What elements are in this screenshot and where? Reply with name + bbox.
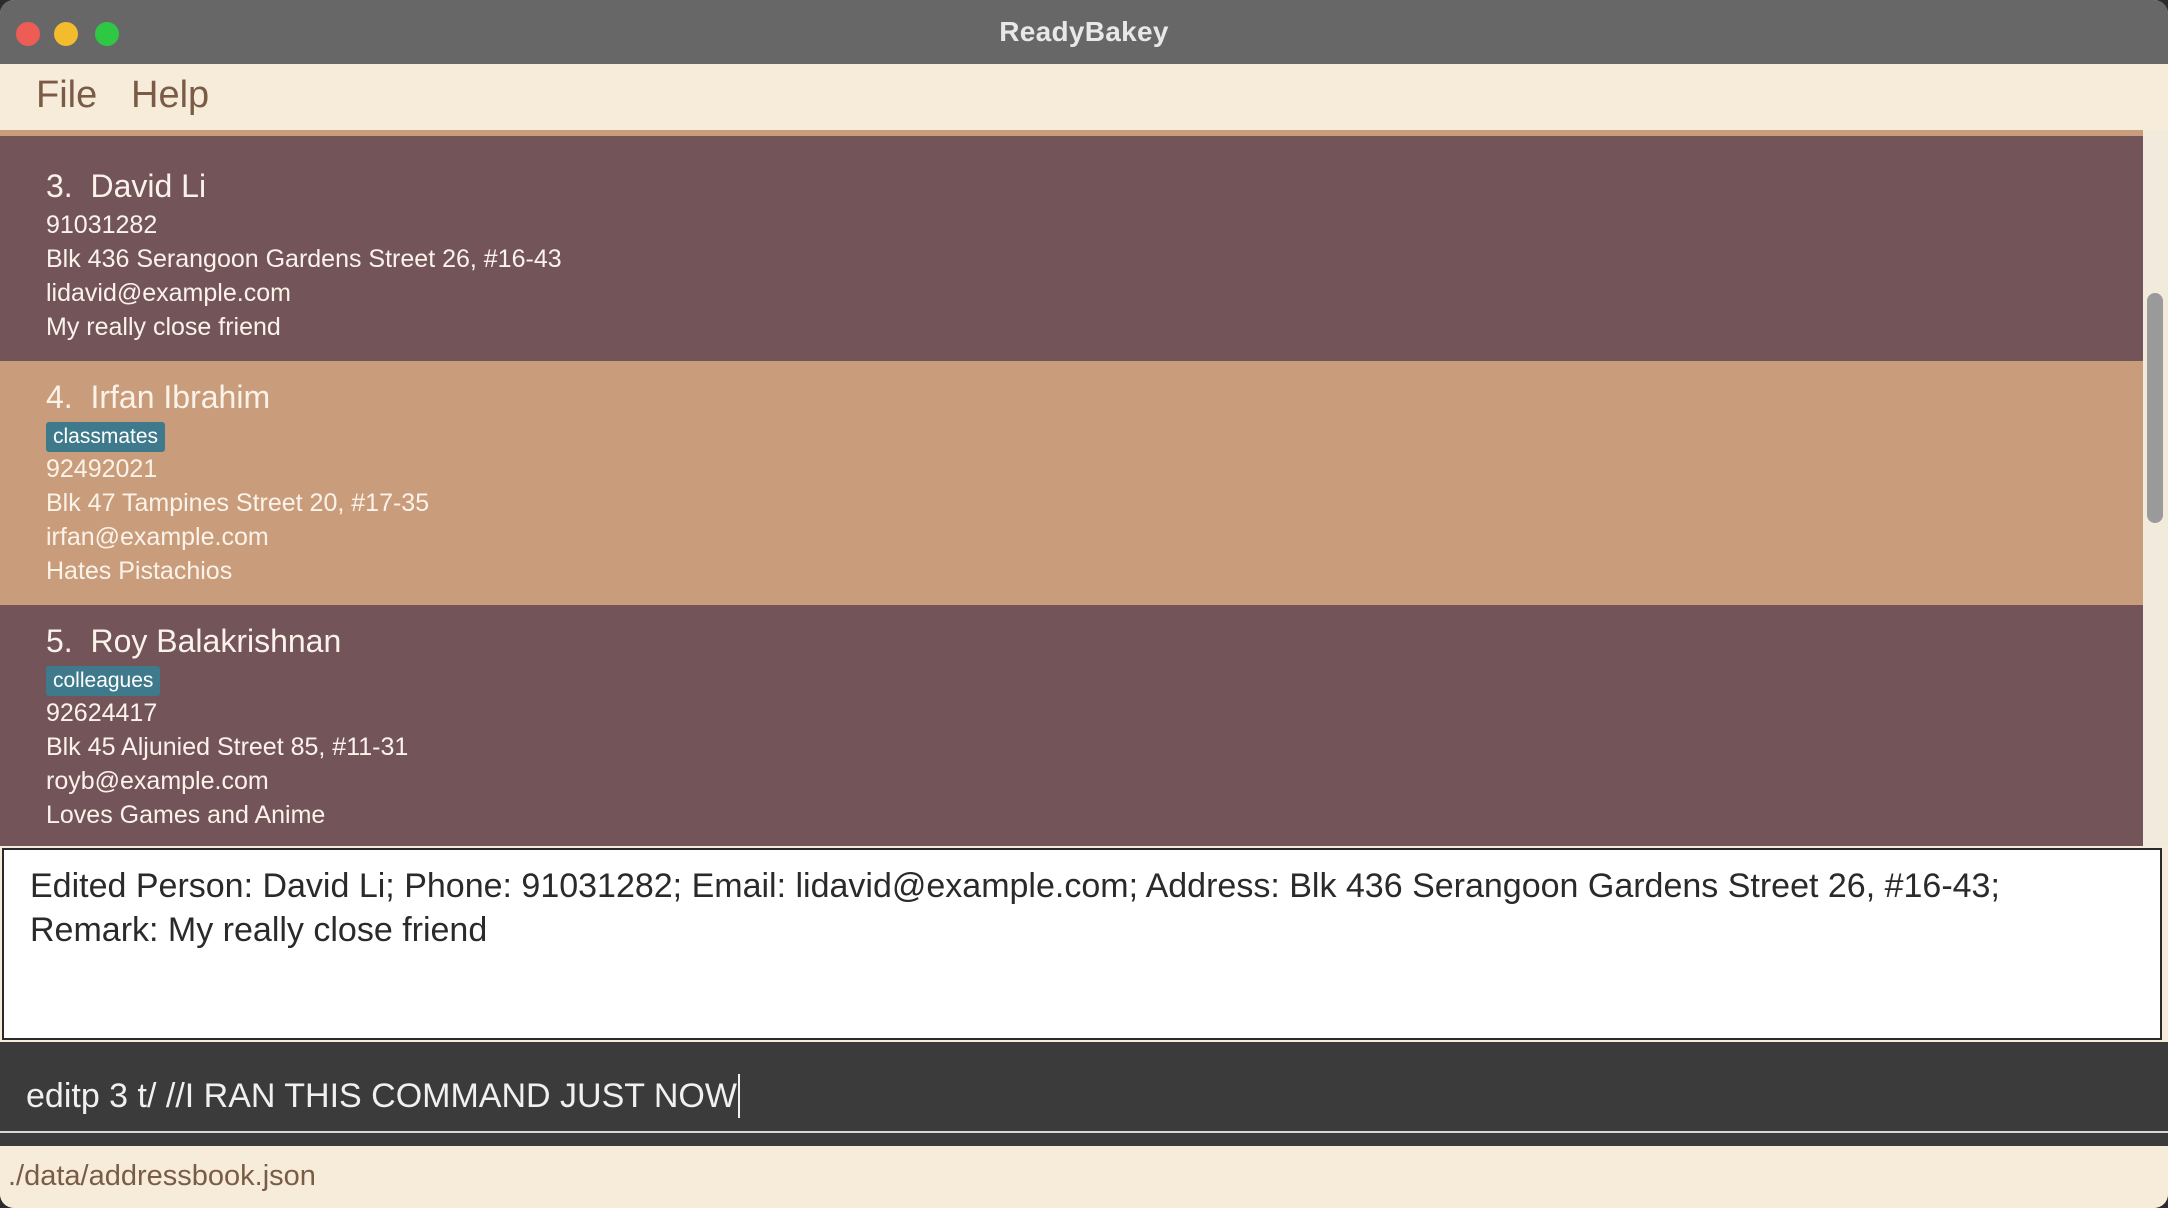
person-remark: Loves Games and Anime	[46, 801, 326, 829]
person-email: lidavid@example.com	[46, 279, 291, 307]
person-email: royb@example.com	[46, 767, 269, 795]
person-card[interactable]: 3. David Li 91031282 Blk 436 Serangoon G…	[0, 136, 2143, 361]
status-bar: ./data/addressbook.json	[0, 1148, 2168, 1208]
app-window: ReadyBakey File Help 3. David Li 9103128…	[0, 0, 2168, 1208]
person-name-line: 3. David Li	[46, 168, 206, 205]
person-email: irfan@example.com	[46, 523, 269, 551]
save-file-path: ./data/addressbook.json	[8, 1160, 316, 1192]
command-input[interactable]: editp 3 t/ //I RAN THIS COMMAND JUST NOW	[26, 1074, 740, 1118]
person-name-line: 5. Roy Balakrishnan	[46, 623, 341, 660]
person-name: Irfan Ibrahim	[90, 379, 271, 415]
person-phone: 92624417	[46, 699, 158, 727]
person-address: Blk 436 Serangoon Gardens Street 26, #16…	[46, 245, 562, 273]
person-index: 5.	[46, 623, 73, 659]
person-card[interactable]: 5. Roy Balakrishnan colleagues 92624417 …	[0, 605, 2143, 846]
person-remark: Hates Pistachios	[46, 557, 233, 585]
person-name: David Li	[90, 168, 207, 204]
list-scrollbar[interactable]	[2143, 130, 2168, 846]
window-title: ReadyBakey	[999, 16, 1169, 47]
person-list[interactable]: 3. David Li 91031282 Blk 436 Serangoon G…	[0, 130, 2143, 846]
menu-file[interactable]: File	[36, 74, 97, 117]
person-card[interactable]: 4. Irfan Ibrahim classmates 92492021 Blk…	[0, 361, 2143, 605]
person-name-line: 4. Irfan Ibrahim	[46, 379, 270, 416]
person-remark: My really close friend	[46, 313, 281, 341]
person-index: 3.	[46, 168, 73, 204]
result-display: Edited Person: David Li; Phone: 91031282…	[2, 848, 2162, 1040]
result-message: Edited Person: David Li; Phone: 91031282…	[30, 867, 2000, 949]
person-phone: 92492021	[46, 455, 158, 483]
person-address: Blk 47 Tampines Street 20, #17-35	[46, 489, 430, 517]
person-name: Roy Balakrishnan	[90, 623, 342, 659]
person-address: Blk 45 Aljunied Street 85, #11-31	[46, 733, 409, 761]
person-index: 4.	[46, 379, 73, 415]
menu-bar: File Help	[0, 64, 2168, 130]
person-phone: 91031282	[46, 211, 158, 239]
menu-help[interactable]: Help	[131, 74, 209, 117]
title-bar: ReadyBakey	[0, 0, 2168, 65]
command-underline	[0, 1131, 2168, 1133]
person-tag: colleagues	[46, 666, 161, 696]
person-tag: classmates	[46, 422, 166, 452]
list-scrollbar-thumb[interactable]	[2147, 293, 2163, 523]
